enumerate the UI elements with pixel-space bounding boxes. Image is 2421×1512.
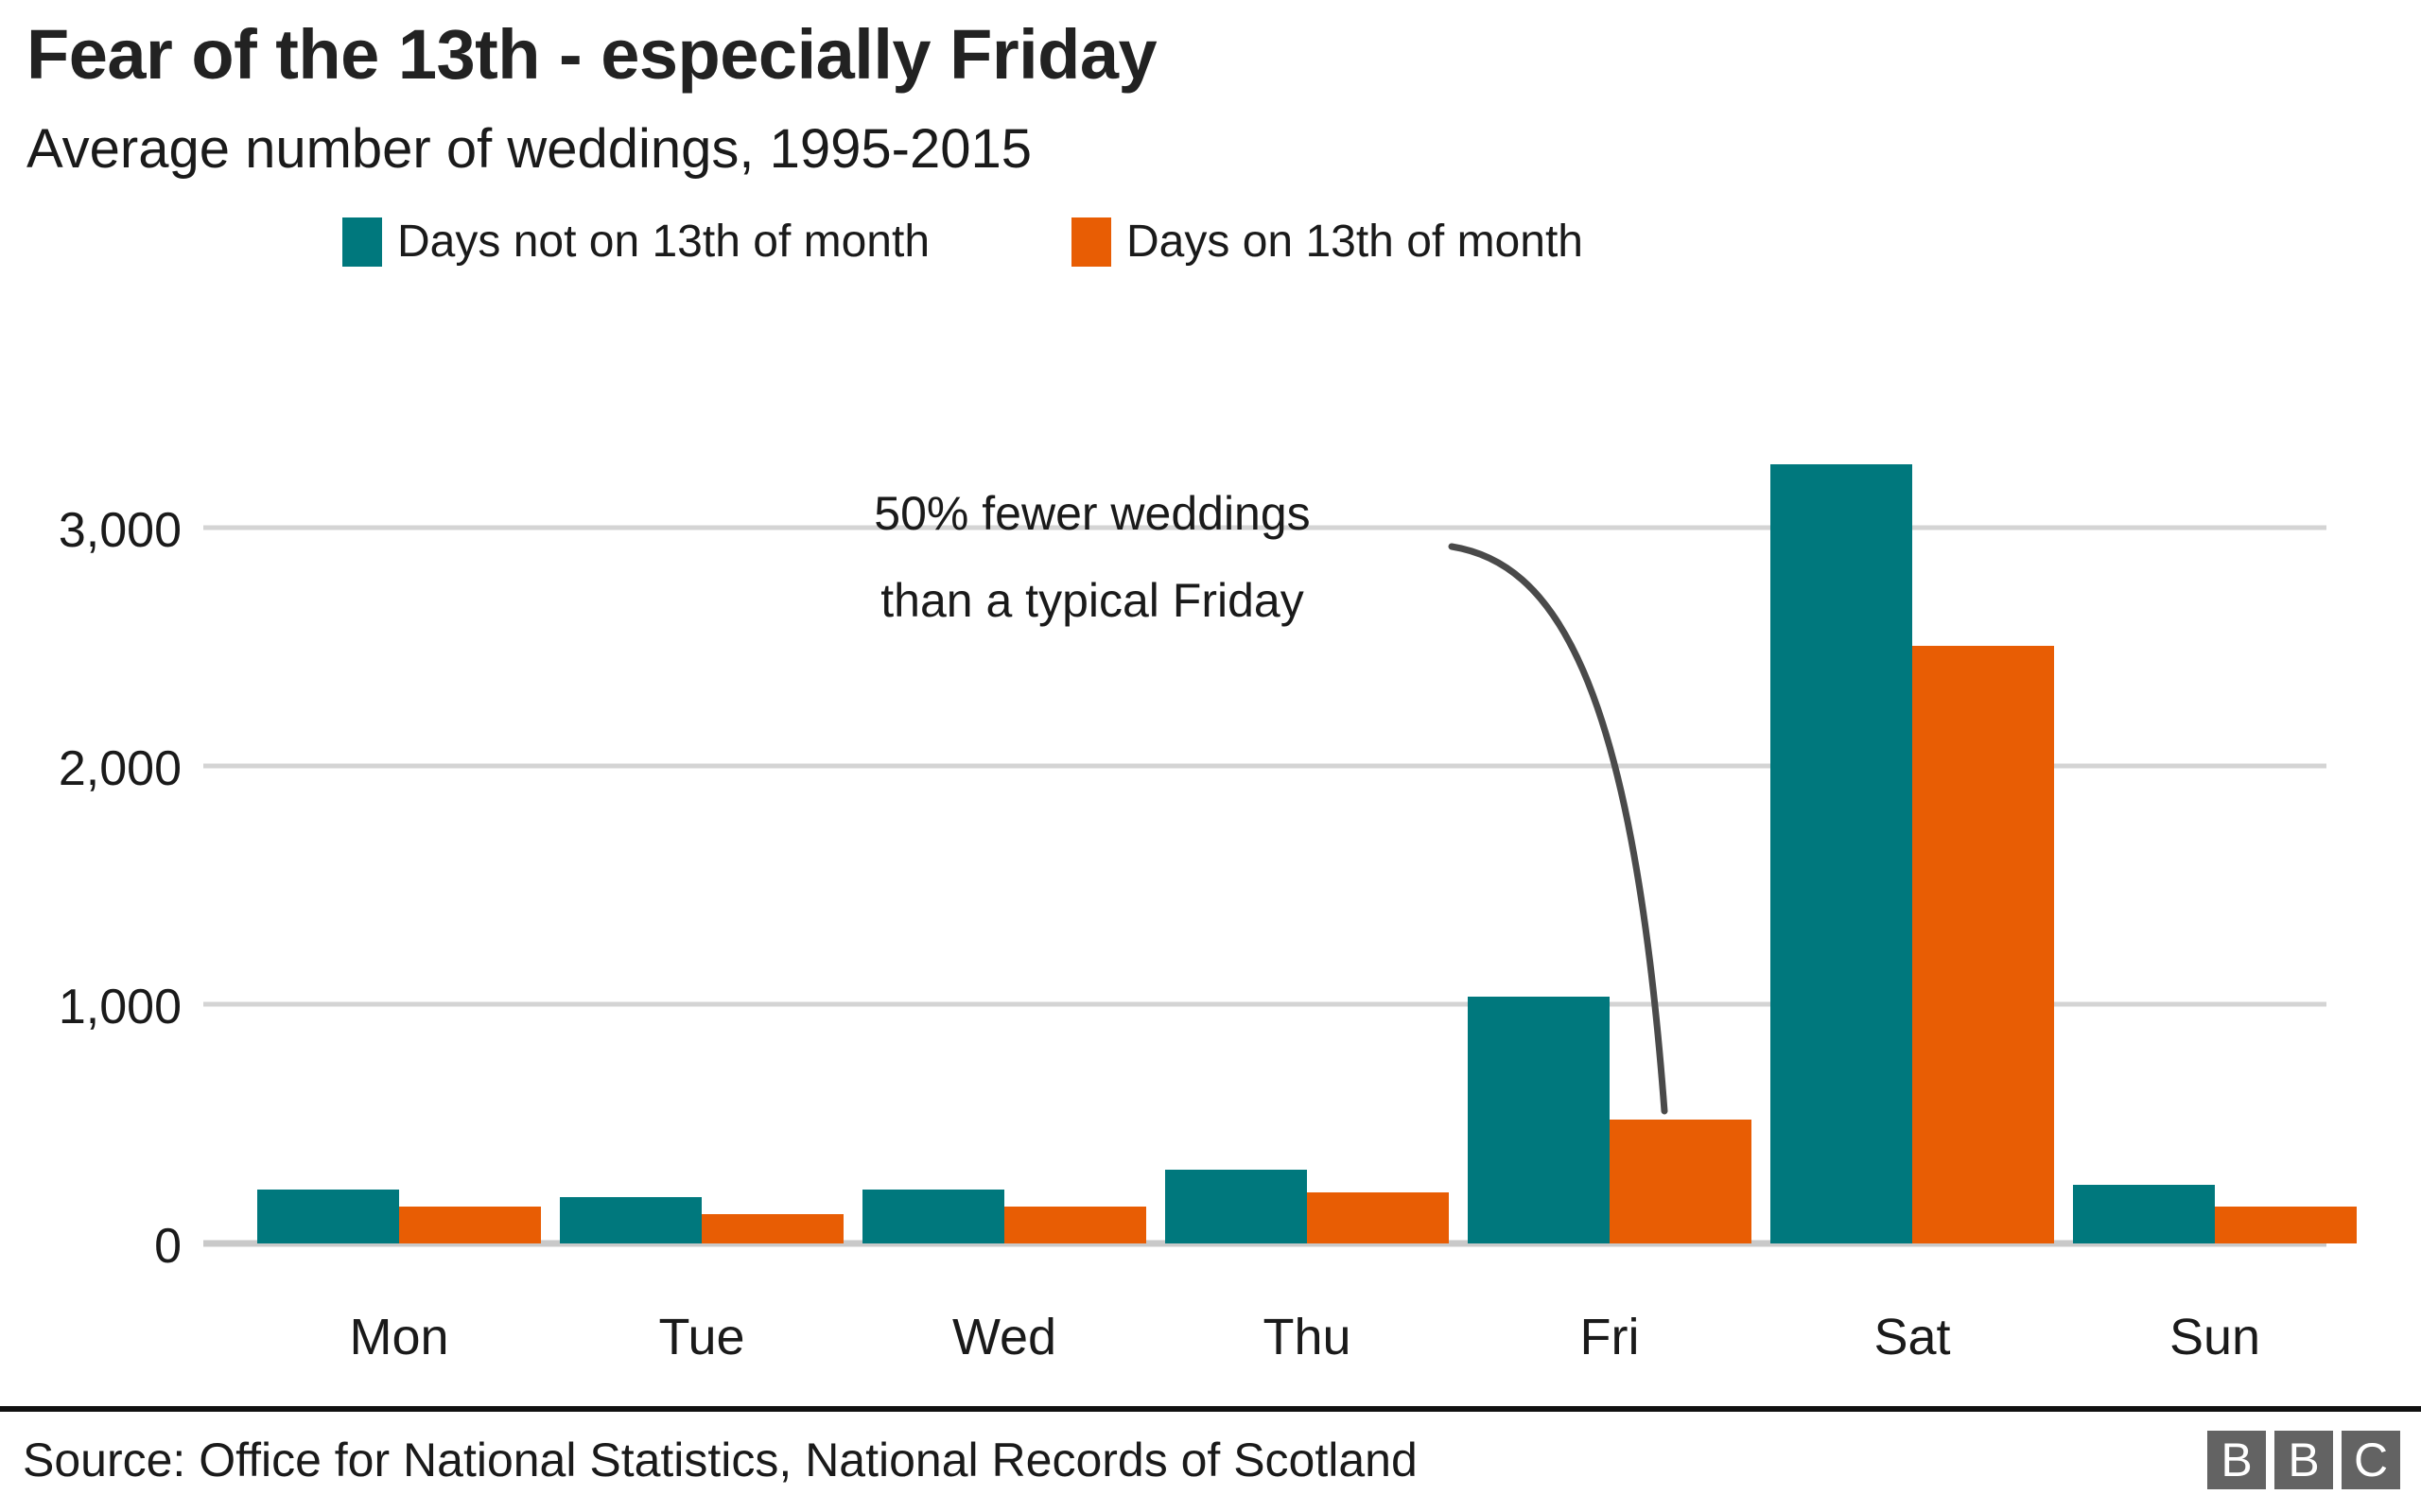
legend-item-label: Days on 13th of month <box>1126 216 1583 267</box>
bar-teal-fri[interactable] <box>1468 997 1610 1243</box>
y-tick-label: 3,000 <box>59 503 182 558</box>
x-tick-label-wed: Wed <box>952 1309 1056 1362</box>
bar-group-thu <box>1165 1170 1449 1243</box>
chart-footer: Source: Office for National Statistics, … <box>0 1406 2421 1512</box>
y-tick-label: 1,000 <box>59 980 182 1034</box>
bbc-logo-letter-2: B <box>2274 1431 2333 1489</box>
y-tick-label: 0 <box>154 1219 182 1274</box>
legend-item-days-on-13th[interactable]: Days on 13th of month <box>1071 217 1583 267</box>
bar-orange-sat[interactable] <box>1912 646 2054 1243</box>
bar-orange-thu[interactable] <box>1307 1192 1449 1243</box>
page-title: Fear of the 13th - especially Friday <box>26 15 1158 94</box>
bar-orange-wed[interactable] <box>1004 1207 1146 1243</box>
legend-swatch-orange-icon <box>1071 217 1112 267</box>
x-axis-ticks: Mon Tue Wed Thu Fri Sat Sun <box>349 1309 2260 1362</box>
chart-header: Fear of the 13th - especially Friday Ave… <box>0 0 2421 180</box>
bar-teal-tue[interactable] <box>560 1197 702 1243</box>
bar-orange-sun[interactable] <box>2215 1207 2357 1243</box>
x-tick-label-mon: Mon <box>349 1309 448 1362</box>
bbc-logo-letter-1: B <box>2207 1431 2266 1489</box>
x-tick-label-thu: Thu <box>1263 1309 1350 1362</box>
bar-teal-wed[interactable] <box>862 1190 1004 1243</box>
bar-teal-thu[interactable] <box>1165 1170 1307 1243</box>
chart-subtitle: Average number of weddings, 1995-2015 <box>26 117 1033 180</box>
legend-item-days-not-on-13th[interactable]: Days not on 13th of month <box>342 217 930 267</box>
x-tick-label-fri: Fri <box>1580 1309 1640 1362</box>
bbc-logo: B B C <box>2207 1431 2400 1489</box>
bar-orange-fri[interactable] <box>1610 1120 1751 1243</box>
x-tick-label-sat: Sat <box>1873 1309 1950 1362</box>
legend-item-label: Days not on 13th of month <box>397 216 931 267</box>
bbc-logo-letter-3: C <box>2342 1431 2400 1489</box>
y-tick-label: 2,000 <box>59 741 182 796</box>
y-axis-ticks: 3,000 2,000 1,000 0 <box>59 503 182 1274</box>
bar-group-tue <box>560 1197 844 1243</box>
bar-teal-sat[interactable] <box>1770 464 1912 1243</box>
bar-group-wed <box>862 1190 1146 1243</box>
bar-orange-mon[interactable] <box>399 1207 541 1243</box>
annotation-line-2: than a typical Friday <box>880 574 1303 627</box>
bar-teal-mon[interactable] <box>257 1190 399 1243</box>
chart-legend: Days not on 13th of month Days on 13th o… <box>342 217 2421 267</box>
bar-group-sat <box>1770 464 2054 1243</box>
legend-swatch-teal-icon <box>342 217 382 267</box>
x-tick-label-sun: Sun <box>2169 1309 2260 1362</box>
bar-teal-sun[interactable] <box>2073 1185 2215 1243</box>
bar-group-fri <box>1468 997 1751 1243</box>
bar-group-sun <box>2073 1185 2357 1243</box>
annotation-line-1: 50% fewer weddings <box>874 487 1310 540</box>
bar-chart-svg: 3,000 2,000 1,000 0 50% fewer weddings t… <box>59 464 2357 1362</box>
source-attribution: Source: Office for National Statistics, … <box>23 1434 1418 1486</box>
bar-orange-tue[interactable] <box>702 1214 844 1243</box>
chart-plot-area: 3,000 2,000 1,000 0 50% fewer weddings t… <box>0 407 2421 1362</box>
x-tick-label-tue: Tue <box>658 1309 744 1362</box>
bar-group-mon <box>257 1190 541 1243</box>
